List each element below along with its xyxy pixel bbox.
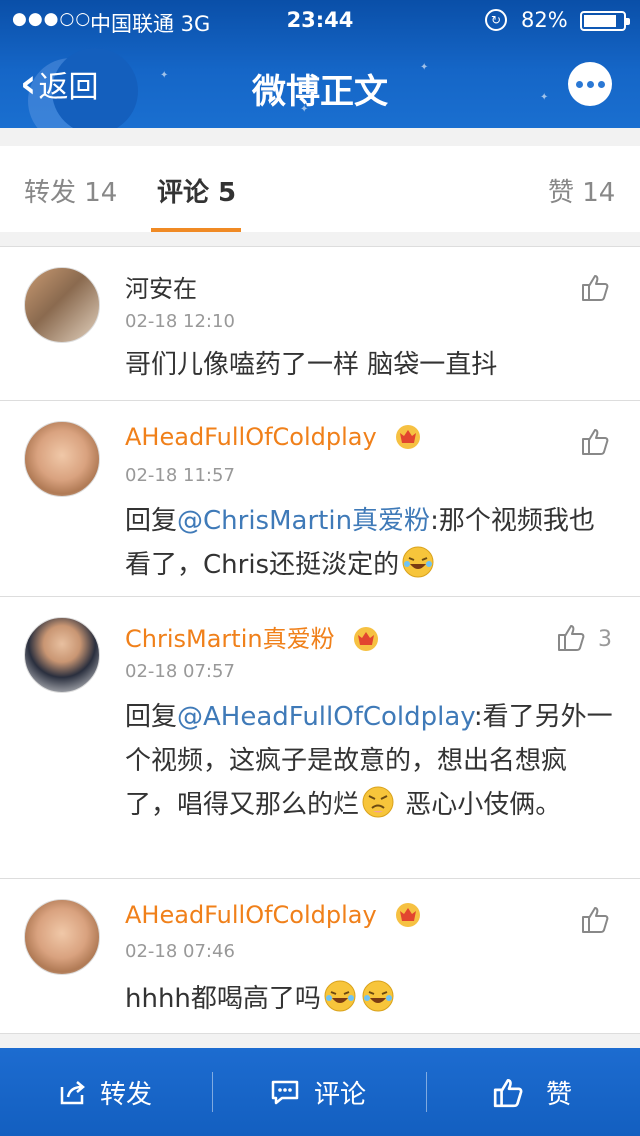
header: ✦ ✦ ✦ ✦ ●●●○○ 中国联通 3G 23:44 ↻ 82% ‹ 返回 微…: [0, 0, 640, 128]
comment-time: 02-18 07:57: [125, 661, 235, 682]
battery-percent: 82%: [521, 8, 568, 32]
laughing-emoji-icon: [402, 546, 434, 578]
avatar[interactable]: [24, 899, 100, 975]
tab-comment[interactable]: 评论 5: [157, 172, 236, 209]
comment-time: 02-18 12:10: [125, 311, 235, 332]
comment-item: 河安在 02-18 12:10 哥们儿像嗑药了一样 脑袋一直抖: [0, 246, 640, 400]
orientation-lock-icon: ↻: [485, 9, 507, 31]
dot: [586, 80, 594, 88]
comment-text: 回复@ChrisMartin真爱粉:那个视频我也看了，Chris还挺淡定的: [125, 499, 615, 587]
comment-body-end: 恶心小伎俩。: [397, 790, 562, 820]
tab-bar: 转发 14 评论 5 赞 14: [0, 146, 640, 232]
vip-crown-icon: [354, 627, 379, 651]
comment-username[interactable]: 河安在: [125, 269, 197, 304]
comment-username[interactable]: ChrisMartin真爱粉: [125, 619, 380, 654]
divider: [426, 1072, 427, 1112]
repost-button[interactable]: 转发: [58, 1048, 152, 1136]
comment-username[interactable]: AHeadFullOfColdplay: [125, 901, 422, 929]
battery-icon: [580, 11, 630, 31]
comment-item: AHeadFullOfColdplay 02-18 11:57 回复@Chris…: [0, 400, 640, 596]
tab-like[interactable]: 赞 14: [548, 172, 615, 209]
comment-username[interactable]: AHeadFullOfColdplay: [125, 423, 422, 451]
thumbs-up-icon[interactable]: [580, 425, 612, 457]
laughing-emoji-icon: [324, 980, 356, 1012]
comment-item: ChrisMartin真爱粉 02-18 07:57 回复@AHeadFullO…: [0, 596, 640, 878]
share-icon: [60, 1081, 85, 1105]
like-count: 3: [598, 627, 612, 652]
comment-time: 02-18 07:46: [125, 941, 235, 962]
bottom-toolbar: 转发 评论 赞: [0, 1048, 640, 1136]
vip-crown-icon: [396, 903, 421, 927]
comment-button[interactable]: 评论: [270, 1048, 366, 1136]
comment-text: 哥们儿像嗑药了一样 脑袋一直抖: [125, 350, 498, 380]
username-text: ChrisMartin真爱粉: [125, 625, 335, 653]
avatar[interactable]: [24, 267, 100, 343]
comment-text: hhhh都喝高了吗: [125, 977, 615, 1021]
repost-label: 转发: [100, 1079, 153, 1110]
comment-time: 02-18 11:57: [125, 465, 235, 486]
dot: [575, 80, 583, 88]
like-label: 赞: [546, 1079, 573, 1110]
like-button[interactable]: 赞: [492, 1048, 572, 1136]
active-tab-indicator: [151, 228, 241, 232]
page-title: 微博正文: [252, 72, 388, 112]
comment-label: 评论: [314, 1079, 367, 1110]
thumbs-up-icon: [493, 1078, 523, 1108]
reply-prefix: 回复: [125, 506, 178, 536]
nav-bar: ‹ 返回 微博正文: [0, 40, 640, 128]
comment-body: hhhh都喝高了吗: [125, 984, 321, 1014]
tab-repost[interactable]: 转发 14: [24, 172, 117, 209]
username-text: AHeadFullOfColdplay: [125, 423, 377, 451]
thumbs-up-icon[interactable]: [580, 271, 612, 303]
thumbs-up-icon[interactable]: [556, 621, 588, 653]
status-bar: ●●●○○ 中国联通 3G 23:44 ↻ 82%: [0, 0, 640, 40]
avatar[interactable]: [24, 421, 100, 497]
vip-crown-icon: [396, 425, 421, 449]
more-button[interactable]: [568, 62, 612, 106]
divider: [212, 1072, 213, 1112]
mention-link[interactable]: @AHeadFullOfColdplay: [177, 702, 474, 732]
mention-link[interactable]: @ChrisMartin真爱粉: [177, 506, 430, 536]
angry-emoji-icon: [362, 786, 394, 818]
username-text: AHeadFullOfColdplay: [125, 901, 377, 929]
laughing-emoji-icon: [362, 980, 394, 1012]
reply-prefix: 回复: [125, 702, 178, 732]
comment-item: AHeadFullOfColdplay 02-18 07:46 hhhh都喝高了…: [0, 878, 640, 1034]
avatar[interactable]: [24, 617, 100, 693]
comment-bubble-icon: [271, 1080, 299, 1105]
dot: [597, 80, 605, 88]
comment-text: 回复@AHeadFullOfColdplay:看了另外一个视频，这疯子是故意的，…: [125, 695, 615, 827]
thumbs-up-icon[interactable]: [580, 903, 612, 935]
